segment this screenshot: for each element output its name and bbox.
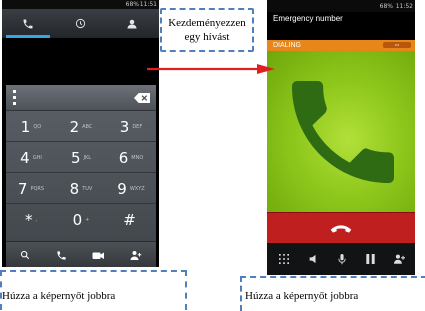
video-call-button[interactable] <box>80 242 117 267</box>
call-state-label: DIALING <box>273 42 302 49</box>
callout-text: Kezdeményezzen egy hívást <box>168 17 246 43</box>
mute-icon <box>337 253 346 264</box>
hold-icon <box>366 254 375 264</box>
video-call-icon <box>92 252 104 259</box>
key-6[interactable]: 6 MNO <box>106 142 156 173</box>
key-1[interactable]: 1 QO <box>6 111 56 142</box>
number-display[interactable] <box>2 38 159 85</box>
mute-button[interactable] <box>327 243 356 275</box>
add-call-icon <box>394 254 405 264</box>
tab-phone[interactable] <box>2 9 54 38</box>
search-button[interactable] <box>6 242 43 267</box>
key-4[interactable]: 4 GHI <box>6 142 56 173</box>
call-state-badge: ••• <box>383 42 411 48</box>
arrow-right-icon <box>147 64 275 74</box>
phone-icon <box>23 19 33 28</box>
dialer-action-bar <box>6 241 156 267</box>
key-hash[interactable]: # <box>106 204 156 235</box>
caller-photo-area <box>267 51 415 212</box>
speaker-icon <box>309 254 315 264</box>
key-7[interactable]: 7 PQRS <box>6 173 56 204</box>
key-2[interactable]: 2 ABC <box>56 111 106 142</box>
keypad-icon <box>278 254 289 264</box>
end-call-button[interactable] <box>267 212 415 244</box>
end-call-icon <box>330 224 352 233</box>
handset-icon <box>292 81 394 183</box>
instruction-callout: Kezdeményezzen egy hívást <box>160 8 254 52</box>
caption-left: Húzza a képernyőt jobbra <box>2 290 116 302</box>
call-state-bar: DIALING ••• <box>267 40 415 51</box>
tab-recent[interactable] <box>54 9 106 38</box>
search-icon <box>20 250 29 260</box>
in-call-screenshot: 68% 11:52 Emergency number DIALING ••• <box>267 0 415 275</box>
caption-right: Húzza a képernyőt jobbra <box>245 290 359 302</box>
keypad-top-bar <box>6 85 156 111</box>
keypad-button[interactable] <box>269 243 298 275</box>
clock-icon <box>75 18 85 29</box>
caller-name: Emergency number <box>273 14 343 23</box>
key-star[interactable]: *, <box>6 204 56 235</box>
contact-icon <box>127 19 137 28</box>
add-contact-icon <box>130 250 141 260</box>
add-call-button[interactable] <box>385 243 414 275</box>
in-call-controls <box>267 243 415 275</box>
key-8[interactable]: 8 TUV <box>56 173 106 204</box>
key-0[interactable]: 0 + <box>56 204 106 235</box>
key-3[interactable]: 3 DEF <box>106 111 156 142</box>
dialer-screenshot: 68% 11:51 1 QO 2 ABC 3 DEF 4 GHI 5 JKL 6… <box>2 0 159 267</box>
call-button[interactable] <box>43 242 80 267</box>
clock-time: 11:52 <box>395 3 413 10</box>
add-contact-button[interactable] <box>117 242 154 267</box>
hold-button[interactable] <box>356 243 385 275</box>
call-icon <box>57 250 66 260</box>
dial-pad: 1 QO 2 ABC 3 DEF 4 GHI 5 JKL 6 MNO 7 PQRS 8 TUV … <box>6 85 156 267</box>
dialer-tabs <box>2 9 159 38</box>
battery-level: 68% <box>125 1 139 8</box>
key-9[interactable]: 9 WXYZ <box>106 173 156 204</box>
backspace-icon[interactable] <box>134 93 150 103</box>
status-bar: 68% 11:51 <box>2 0 159 9</box>
key-5[interactable]: 5 JKL <box>56 142 106 173</box>
tab-contacts[interactable] <box>106 9 158 38</box>
status-bar: 68% 11:52 <box>267 0 415 12</box>
overflow-menu-icon[interactable] <box>13 90 16 105</box>
battery-level: 68% <box>379 3 393 10</box>
clock-time: 11:51 <box>139 1 157 8</box>
speaker-button[interactable] <box>298 243 327 275</box>
